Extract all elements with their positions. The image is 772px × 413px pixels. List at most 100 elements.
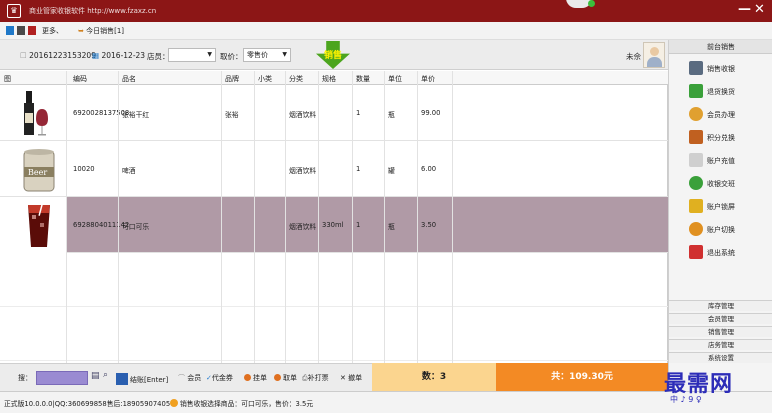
- minimize-button[interactable]: —: [738, 3, 751, 17]
- section-sales[interactable]: 销售管理: [669, 326, 772, 337]
- blue-square-icon[interactable]: [6, 26, 14, 35]
- sidebar-item-shift[interactable]: 收银交班: [669, 173, 772, 195]
- grey-square-icon[interactable]: [17, 26, 25, 35]
- section-store[interactable]: 店务管理: [669, 339, 772, 350]
- sidebar-item-exit[interactable]: 退出系统: [669, 242, 772, 264]
- column-divider: [384, 71, 385, 363]
- sidebar-item-lock[interactable]: 账户锁屏: [669, 196, 772, 218]
- column-divider: [221, 71, 222, 363]
- col-code[interactable]: 编码: [73, 74, 87, 84]
- column-divider: [254, 71, 255, 363]
- sidebar-item-cash-register[interactable]: 销售收银: [669, 58, 772, 80]
- col-unit[interactable]: 单位: [388, 74, 402, 84]
- col-spec[interactable]: 规格: [322, 74, 336, 84]
- table-row[interactable]: Beer 10020 啤酒 烟酒饮料 1 罐 6.00: [0, 141, 668, 197]
- col-category[interactable]: 分类: [289, 74, 303, 84]
- switch-user-icon: [689, 222, 703, 236]
- menu-today-sales[interactable]: ➥ 今日销售[1]: [78, 26, 124, 36]
- sales-icon: ➥: [78, 27, 84, 35]
- take-order-button[interactable]: 取单: [274, 373, 297, 383]
- cell-unit: 罐: [388, 167, 395, 175]
- cola-glass-icon: [28, 202, 50, 247]
- col-price[interactable]: 单价: [421, 74, 435, 84]
- col-qty[interactable]: 数量: [356, 74, 370, 84]
- cell-name: 啤酒: [122, 167, 136, 175]
- empty-row: [0, 253, 668, 307]
- sale-toolbar: ☐ 20161223153209 ▦ 2016-12-23 店员： ▼ 取价： …: [0, 40, 668, 70]
- sidebar-header[interactable]: 前台销售: [669, 40, 772, 54]
- sidebar-item-switch[interactable]: 账户切换: [669, 219, 772, 241]
- function-sidebar: 前台销售 销售收银 退货换货 会员办理 积分兑换 账户充值 收银交班 账户锁屏 …: [668, 40, 772, 391]
- section-member[interactable]: 会员管理: [669, 313, 772, 324]
- cash-register-icon: [689, 61, 703, 75]
- section-system[interactable]: 系统设置: [669, 352, 772, 363]
- cell-name: 张裕干红: [122, 111, 150, 119]
- sidebar-item-member[interactable]: 会员办理: [669, 104, 772, 126]
- close-button[interactable]: ✕: [754, 3, 765, 17]
- section-inventory[interactable]: 库存管理: [669, 300, 772, 311]
- menu-bar: 更多、 ➥ 今日销售[1]: [0, 22, 772, 40]
- chevron-down-icon: ▼: [207, 51, 212, 58]
- cell-category: 烟酒饮料: [289, 223, 317, 231]
- menu-more[interactable]: 更多、: [42, 26, 63, 36]
- table-row[interactable]: 6928804011142 可口可乐 烟酒饮料 330ml 1 瓶 3.50: [0, 197, 668, 253]
- col-name[interactable]: 品名: [122, 74, 136, 84]
- cell-spec: 330ml: [322, 221, 344, 229]
- member-name: 未佘: [626, 52, 641, 61]
- sidebar-item-points[interactable]: 积分兑换: [669, 127, 772, 149]
- svg-text:Beer: Beer: [28, 168, 47, 177]
- col-brand[interactable]: 品牌: [225, 74, 239, 84]
- cell-price: 3.50: [421, 221, 437, 229]
- keyboard-icon[interactable]: ▤: [91, 371, 100, 381]
- empty-row: [0, 307, 668, 361]
- sidebar-item-return[interactable]: 退货换货: [669, 81, 772, 103]
- sale-button[interactable]: 销售: [316, 41, 350, 69]
- cell-brand: 张裕: [225, 111, 239, 119]
- cell-category: 烟酒饮料: [289, 167, 317, 175]
- col-subcategory[interactable]: 小类: [258, 74, 272, 84]
- reprint-button[interactable]: ⎙补打票: [302, 373, 329, 383]
- column-divider: [66, 71, 67, 363]
- wine-bottle-icon: [24, 91, 48, 136]
- cell-price: 99.00: [421, 109, 441, 117]
- price-type-select[interactable]: 零售价 ▼: [243, 48, 291, 62]
- save-icon: [116, 373, 128, 385]
- version-info: 正式版10.0.0.0|QQ:360699858售后:18905907405: [4, 400, 171, 408]
- cell-qty: 1: [356, 109, 361, 117]
- title-bar: ♛ 商业管家收银软件 http://www.fzaxz.cn — ✕: [0, 0, 772, 22]
- total-summary: 共：109.30元: [496, 363, 668, 391]
- table-row[interactable]: 6920028137508 张裕干红 张裕 烟酒饮料 1 瓶 99.00: [0, 85, 668, 141]
- scan-label: 搜：: [18, 374, 32, 382]
- points-icon: [689, 130, 703, 144]
- chevron-down-icon: ▼: [282, 51, 287, 58]
- search-icon[interactable]: ⌕: [103, 370, 108, 380]
- voucher-button[interactable]: ✓代金券: [206, 373, 233, 383]
- red-square-icon[interactable]: [28, 26, 36, 35]
- sale-date[interactable]: ▦ 2016-12-23: [92, 51, 145, 60]
- info-icon: [170, 399, 178, 407]
- clerk-label: 店员：: [147, 52, 170, 61]
- cell-code: 6928804011142: [73, 221, 130, 229]
- member-icon: ⌒: [178, 374, 185, 382]
- column-divider: [352, 71, 353, 363]
- cancel-order-button[interactable]: ✕ 撤单: [340, 373, 362, 383]
- document-icon: ☐: [20, 51, 27, 60]
- clerk-select[interactable]: ▼: [168, 48, 216, 62]
- status-hint: 销售收银选择商品：可口可乐，售价：3.5元: [170, 398, 313, 408]
- table-header: 图 编码 品名 品牌 小类 分类 规格 数量 单位 单价: [0, 71, 668, 85]
- app-logo-icon: ♛: [7, 4, 21, 18]
- hang-order-button[interactable]: 挂单: [244, 373, 267, 383]
- calendar-icon: ▦: [92, 51, 100, 60]
- member-button[interactable]: ⌒ 会员: [178, 373, 201, 383]
- cell-code: 6920028137508: [73, 109, 130, 117]
- col-image[interactable]: 图: [4, 74, 11, 84]
- sidebar-item-recharge[interactable]: 账户充值: [669, 150, 772, 172]
- settle-button[interactable]: 结账[Enter]: [116, 373, 168, 385]
- beer-can-icon: Beer: [23, 149, 55, 192]
- avatar[interactable]: [643, 42, 665, 68]
- order-number: ☐ 20161223153209: [20, 51, 96, 60]
- watermark-sub: 中 ♪ 9 ♀: [670, 395, 702, 404]
- close-icon: ✕: [340, 374, 346, 382]
- status-bar: 正式版10.0.0.0|QQ:360699858售后:18905907405 销…: [0, 391, 772, 413]
- scan-input[interactable]: [36, 371, 88, 385]
